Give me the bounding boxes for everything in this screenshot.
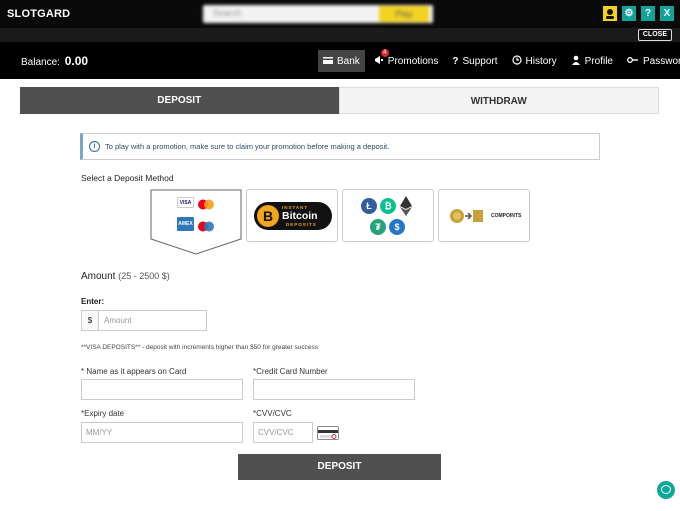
sub-bar: CLOSE [0,28,680,42]
method-crypto[interactable]: Ł ₿ ₮ $ [342,189,434,242]
nav-item-label: Support [462,55,498,67]
amex-label: AMEX [178,221,193,227]
bank-tabs: DEPOSIT WITHDRAW [20,87,659,114]
close-icon[interactable]: X [660,6,674,21]
search-box[interactable]: Search Play [203,5,433,23]
nav-item-label: Promotions [387,55,439,67]
chat-icon[interactable] [657,481,675,499]
tab-deposit[interactable]: DEPOSIT [20,87,339,114]
name-on-card-label: * Name as it appears on Card [81,367,187,376]
visa-card-icon: VISA [177,197,194,208]
nav-item-profile[interactable]: Profile [566,50,618,72]
usdc-icon: $ [389,219,405,235]
visa-label: VISA [179,200,192,206]
currency-symbol: $ [82,311,99,330]
amount-range: (25 - 2500 $) [118,271,170,281]
bank-icon [323,55,333,68]
method-comp-points[interactable]: COMPOINTS [438,189,530,242]
mastercard-icon [197,197,215,210]
deposit-button[interactable]: DEPOSIT [238,454,441,480]
bitcoin-label: Bitcoin [282,210,318,222]
nav-item-bank[interactable]: Bank [318,50,365,72]
enter-label: Enter: [81,297,105,306]
mastercard-icon [197,219,215,232]
method-instant-bitcoin[interactable]: B INSTANT Bitcoin DEPOSITS [246,189,338,242]
account-nav: Balance: 0.00 Bank 4 Promotions ? Suppor… [0,42,680,79]
key-icon [627,55,639,68]
user-icon[interactable] [603,6,617,21]
ethereum-icon [400,196,412,221]
expiry-input[interactable]: MM/YY [81,422,243,443]
amount-label: Amount (25 - 2500 $) [81,271,170,282]
amex-card-icon: AMEX [177,217,194,231]
top-icons: ⚙ ? X [603,6,674,21]
nav-item-label: Password [643,55,680,67]
comp-points-label: COMPOINTS [491,213,522,219]
name-on-card-input[interactable] [81,379,243,400]
nav-item-label: Profile [584,55,613,67]
nav-items: Bank 4 Promotions ? Support History Prof… [318,49,680,72]
nav-item-promotions[interactable]: 4 Promotions [369,49,444,72]
tab-withdraw[interactable]: WITHDRAW [338,87,659,114]
cvv-input[interactable]: CVV/CVC [253,422,313,443]
info-text: To play with a promotion, make sure to c… [105,142,390,151]
question-icon: ? [452,55,459,67]
user-icon [571,55,581,68]
card-number-label: *Credit Card Number [253,367,328,376]
help-icon[interactable]: ? [641,6,655,21]
nav-item-history[interactable]: History [507,50,562,72]
history-icon [511,54,522,68]
bitcoin-icon: B [257,205,279,227]
expiry-label: *Expiry date [81,409,125,418]
comp-points-icon [449,207,485,230]
promotions-badge: 4 [380,49,389,57]
chat-bubble-icon [661,485,671,494]
search-input[interactable]: Search [213,8,242,18]
nav-item-label: History [525,55,557,67]
balance-label: Balance: [21,57,60,68]
close-button[interactable]: CLOSE [637,29,672,41]
search-button[interactable]: Play [379,6,429,22]
nav-item-password[interactable]: Password [622,50,680,72]
promotion-info-box: i To play with a promotion, make sure to… [80,133,600,160]
bitcoin-cash-icon: ₿ [380,198,396,214]
method-cards[interactable]: VISA AMEX [150,189,242,255]
expiry-placeholder: MM/YY [86,428,113,437]
visa-deposit-note: **VISA DEPOSITS** - deposit with increme… [81,344,319,351]
tether-icon: ₮ [370,219,386,235]
info-icon: i [89,141,100,152]
card-number-input[interactable] [253,379,415,400]
amount-input[interactable]: $ Amount [81,310,207,331]
gear-icon[interactable]: ⚙ [622,6,636,21]
amount-placeholder: Amount [104,316,132,325]
litecoin-icon: Ł [361,198,377,214]
cvv-label: *CVV/CVC [253,409,292,418]
instant-bitcoin-logo: B INSTANT Bitcoin DEPOSITS [254,202,332,230]
amount-title: Amount [81,271,116,282]
deposit-method-title: Select a Deposit Method [81,173,174,183]
nav-item-label: Bank [337,55,360,67]
cvv-card-icon [317,426,339,440]
balance-value: 0.00 [64,54,89,68]
top-bar: SLOTGARD Search Play ⚙ ? X [0,0,680,28]
nav-item-support[interactable]: ? Support [447,50,502,72]
cvv-placeholder: CVV/CVC [258,428,294,437]
site-logo[interactable]: SLOTGARD [7,8,70,20]
balance: Balance: 0.00 [21,54,88,68]
deposits-label: DEPOSITS [286,222,317,227]
